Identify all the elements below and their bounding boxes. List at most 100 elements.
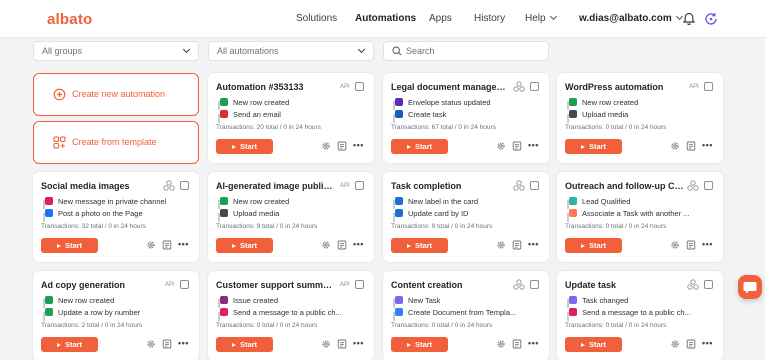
select-checkbox[interactable] — [355, 82, 364, 91]
group-icon[interactable] — [513, 180, 525, 191]
nav-help[interactable]: Help — [525, 12, 557, 24]
start-button[interactable]: Start — [216, 337, 273, 352]
automation-title[interactable]: Ad copy generation — [41, 280, 161, 290]
automation-card[interactable]: Social media images New message in privat… — [33, 172, 199, 262]
start-button[interactable]: Start — [41, 238, 98, 253]
more-options-icon[interactable]: ••• — [528, 339, 539, 348]
select-checkbox[interactable] — [530, 82, 539, 91]
more-options-icon[interactable]: ••• — [353, 339, 364, 348]
gear-icon[interactable] — [146, 240, 156, 250]
groups-filter-select[interactable]: All groups — [33, 41, 199, 61]
more-options-icon[interactable]: ••• — [178, 339, 189, 348]
gear-icon[interactable] — [321, 339, 331, 349]
nav-apps[interactable]: Apps — [429, 13, 452, 24]
automation-title[interactable]: Content creation — [391, 280, 511, 290]
notes-icon[interactable] — [337, 339, 347, 349]
select-checkbox[interactable] — [530, 181, 539, 190]
notes-icon[interactable] — [337, 240, 347, 250]
select-checkbox[interactable] — [180, 280, 189, 289]
notes-icon[interactable] — [337, 141, 347, 151]
notes-icon[interactable] — [162, 240, 172, 250]
gear-icon[interactable] — [496, 141, 506, 151]
select-checkbox[interactable] — [355, 181, 364, 190]
more-options-icon[interactable]: ••• — [528, 240, 539, 249]
notes-icon[interactable] — [512, 339, 522, 349]
create-new-automation-button[interactable]: Create new automation — [33, 73, 199, 116]
nav-automations[interactable]: Automations — [355, 13, 416, 24]
gear-icon[interactable] — [496, 240, 506, 250]
automation-title[interactable]: Outreach and follow-up Co... — [565, 181, 685, 191]
select-checkbox[interactable] — [704, 181, 713, 190]
more-options-icon[interactable]: ••• — [702, 240, 713, 249]
automation-card[interactable]: Outreach and follow-up Co... Lead Qualifi… — [557, 172, 723, 262]
automation-card[interactable]: Ad copy generation API New row created Upda… — [33, 271, 199, 360]
start-button[interactable]: Start — [565, 139, 622, 154]
gear-icon[interactable] — [321, 240, 331, 250]
group-icon[interactable] — [687, 180, 699, 191]
bell-icon[interactable] — [681, 11, 697, 27]
update-icon[interactable] — [703, 11, 719, 27]
start-button[interactable]: Start — [391, 139, 448, 154]
automation-title[interactable]: Social media images — [41, 181, 161, 191]
create-from-template-button[interactable]: Create from template — [33, 121, 199, 164]
nav-solutions[interactable]: Solutions — [296, 13, 337, 24]
select-checkbox[interactable] — [704, 280, 713, 289]
start-button[interactable]: Start — [565, 238, 622, 253]
automation-step: Create task — [395, 110, 525, 119]
start-button[interactable]: Start — [391, 337, 448, 352]
automation-title[interactable]: Legal document managem... — [391, 82, 511, 92]
more-options-icon[interactable]: ••• — [702, 141, 713, 150]
group-icon[interactable] — [687, 279, 699, 290]
more-options-icon[interactable]: ••• — [178, 240, 189, 249]
notes-icon[interactable] — [686, 240, 696, 250]
more-options-icon[interactable]: ••• — [528, 141, 539, 150]
start-button[interactable]: Start — [391, 238, 448, 253]
gear-icon[interactable] — [670, 240, 680, 250]
group-icon[interactable] — [163, 180, 175, 191]
automation-title[interactable]: Update task — [565, 280, 685, 290]
automation-card[interactable]: Customer support summar... API Issue creat… — [208, 271, 374, 360]
gear-icon[interactable] — [670, 339, 680, 349]
nav-history[interactable]: History — [474, 13, 505, 24]
automation-card[interactable]: Legal document managem... Envelope status… — [383, 73, 549, 163]
gear-icon[interactable] — [670, 141, 680, 151]
albato-logo[interactable]: albato — [47, 11, 92, 28]
automation-title[interactable]: Automation #353133 — [216, 82, 336, 92]
start-button[interactable]: Start — [216, 238, 273, 253]
notes-icon[interactable] — [512, 240, 522, 250]
start-button[interactable]: Start — [41, 337, 98, 352]
gear-icon[interactable] — [146, 339, 156, 349]
automation-card[interactable]: WordPress automation API New row created Up… — [557, 73, 723, 163]
start-button[interactable]: Start — [216, 139, 273, 154]
automation-card[interactable]: Update task Task changed Send a message to… — [557, 271, 723, 360]
user-account-menu[interactable]: w.dias@albato.com — [579, 12, 683, 24]
start-button[interactable]: Start — [565, 337, 622, 352]
automation-title[interactable]: Customer support summar... — [216, 280, 336, 290]
plus-circle-icon — [53, 88, 66, 101]
automations-filter-select[interactable]: All automations — [208, 41, 374, 61]
automation-card[interactable]: AI-generated image publis... API New row c… — [208, 172, 374, 262]
notes-icon[interactable] — [162, 339, 172, 349]
notes-icon[interactable] — [686, 141, 696, 151]
gear-icon[interactable] — [496, 339, 506, 349]
group-icon[interactable] — [513, 279, 525, 290]
more-options-icon[interactable]: ••• — [353, 141, 364, 150]
notes-icon[interactable] — [512, 141, 522, 151]
more-options-icon[interactable]: ••• — [702, 339, 713, 348]
gear-icon[interactable] — [321, 141, 331, 151]
select-checkbox[interactable] — [530, 280, 539, 289]
automation-card[interactable]: Content creation New Task Create Document … — [383, 271, 549, 360]
automation-card[interactable]: Automation #353133 API New row created Send… — [208, 73, 374, 163]
group-icon[interactable] — [513, 81, 525, 92]
automation-title[interactable]: WordPress automation — [565, 82, 685, 92]
select-checkbox[interactable] — [704, 82, 713, 91]
chat-support-button[interactable] — [738, 275, 762, 299]
notes-icon[interactable] — [686, 339, 696, 349]
automation-title[interactable]: AI-generated image publis... — [216, 181, 336, 191]
automation-title[interactable]: Task completion — [391, 181, 511, 191]
search-input[interactable]: Search — [383, 41, 549, 61]
select-checkbox[interactable] — [355, 280, 364, 289]
select-checkbox[interactable] — [180, 181, 189, 190]
automation-card[interactable]: Task completion New label in the card Upda… — [383, 172, 549, 262]
more-options-icon[interactable]: ••• — [353, 240, 364, 249]
